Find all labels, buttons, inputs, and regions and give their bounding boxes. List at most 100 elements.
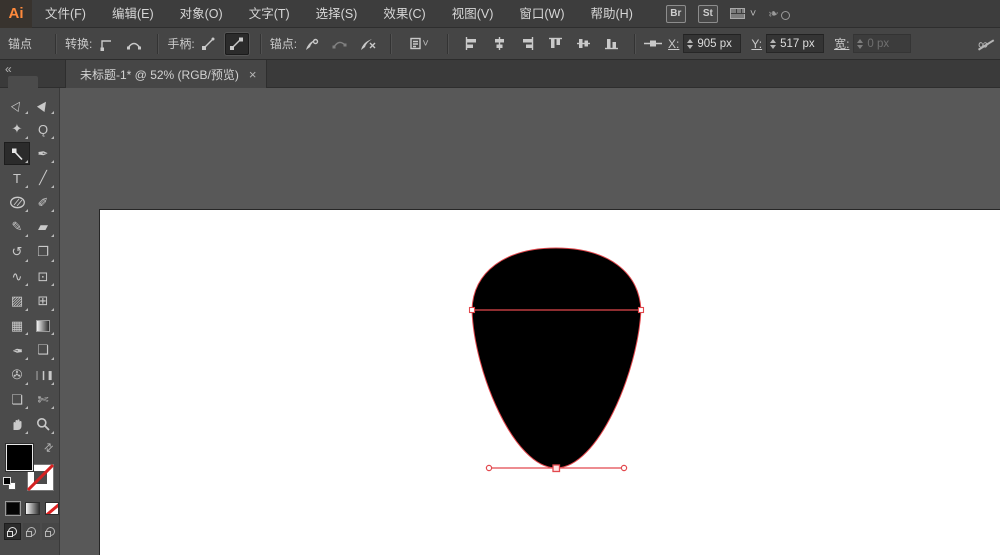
menu-item-object[interactable]: 对象(O): [167, 0, 236, 28]
blend-tool[interactable]: ❑: [30, 339, 56, 362]
direction-handle-end[interactable]: [620, 464, 628, 472]
document-tab[interactable]: 未标题-1* @ 52% (RGB/预览) ×: [65, 60, 268, 88]
cs-live-button[interactable]: ❧: [766, 4, 791, 22]
fill-swatch[interactable]: [6, 444, 33, 472]
anchor-point-selected[interactable]: [552, 464, 561, 473]
align-top-button[interactable]: [543, 33, 567, 55]
y-value[interactable]: 517 px: [780, 38, 818, 50]
collapse-panel-button[interactable]: «: [5, 62, 12, 76]
swap-fill-stroke-icon[interactable]: ⇄: [41, 440, 56, 456]
shaper-tool[interactable]: ✎: [4, 216, 30, 239]
direction-handle-end[interactable]: [485, 464, 493, 472]
paintbrush-tool-icon: ✐: [37, 194, 49, 210]
close-icon[interactable]: ×: [249, 67, 257, 82]
chevron-down-icon: ˅: [749, 7, 757, 20]
symbol-sprayer-tool[interactable]: ✇: [4, 364, 30, 387]
stepper-arrows-icon[interactable]: [770, 38, 777, 49]
selection-tool[interactable]: ▷: [4, 93, 30, 116]
align-right-button[interactable]: [515, 33, 539, 55]
type-tool-icon: T: [13, 170, 21, 186]
draw-normal-button[interactable]: [4, 523, 21, 541]
menu-item-effect[interactable]: 效果(C): [370, 0, 438, 28]
magic-wand-tool-icon: ✦: [11, 121, 23, 137]
y-label[interactable]: Y:: [751, 37, 762, 51]
align-center-button[interactable]: [487, 33, 511, 55]
menu-item-select[interactable]: 选择(S): [303, 0, 371, 28]
menu-item-edit[interactable]: 编辑(E): [99, 0, 167, 28]
workspace-switcher-button[interactable]: ˅: [729, 7, 757, 20]
lasso-tool[interactable]: Ǫ: [30, 118, 56, 141]
menu-item-type[interactable]: 文字(T): [236, 0, 303, 28]
scale-tool[interactable]: ❐: [30, 241, 56, 264]
draw-behind-button[interactable]: [23, 523, 40, 541]
stock-button[interactable]: St: [697, 4, 718, 23]
paintbrush-tool[interactable]: ✐: [30, 191, 56, 214]
hand-tool[interactable]: [4, 413, 30, 436]
mesh-tool[interactable]: ▦: [4, 314, 30, 337]
magic-wand-tool[interactable]: ✦: [4, 118, 30, 141]
anchor-point[interactable]: [637, 306, 645, 314]
slice-tool[interactable]: ✄: [30, 388, 56, 411]
rotate-tool[interactable]: ↺: [4, 241, 30, 264]
line-segment-tool[interactable]: ╱: [30, 167, 56, 190]
color-button[interactable]: [6, 502, 21, 516]
pen-tool-icon: ✒: [37, 145, 49, 161]
handles-label: 手柄:: [167, 37, 195, 51]
hide-handles-button[interactable]: [224, 32, 249, 55]
separator: [390, 33, 392, 54]
menu-item-file[interactable]: 文件(F): [32, 0, 99, 28]
y-input[interactable]: 517 px: [766, 34, 825, 53]
x-value[interactable]: 905 px: [697, 38, 735, 50]
eraser-tool[interactable]: ▰: [30, 216, 56, 239]
align-bottom-button[interactable]: [599, 33, 623, 55]
direct-selection-tool[interactable]: ▶: [30, 93, 56, 116]
align-left-button[interactable]: [459, 33, 483, 55]
width-input: 0 px: [853, 34, 912, 53]
document-title: 未标题-1* @ 52% (RGB/预览): [80, 67, 239, 82]
unlink-dimensions-icon[interactable]: ∞: [978, 36, 988, 52]
stepper-arrows-icon[interactable]: [687, 38, 694, 49]
separator: [55, 33, 57, 54]
free-transform-tool[interactable]: ⊡: [30, 265, 56, 288]
toolbar-tab-stub: [8, 76, 38, 88]
align-middle-button[interactable]: [571, 33, 595, 55]
shape-builder-tool[interactable]: ▨: [4, 290, 30, 313]
remove-anchor-button[interactable]: [355, 33, 379, 55]
width-tool-icon: ∿: [11, 268, 23, 284]
menu-item-help[interactable]: 帮助(H): [578, 0, 646, 28]
connect-path-button[interactable]: [327, 33, 351, 55]
menu-item-view[interactable]: 视图(V): [439, 0, 507, 28]
gradient-tool[interactable]: [30, 314, 56, 337]
gradient-button[interactable]: [25, 502, 40, 516]
pen-tool[interactable]: ✒: [30, 142, 56, 165]
eyedropper-tool[interactable]: ✒: [4, 339, 30, 362]
document-icon: [410, 37, 422, 50]
menu-item-window[interactable]: 窗口(W): [506, 0, 577, 28]
selected-shape[interactable]: [471, 247, 642, 469]
zoom-tool-icon: [37, 418, 50, 431]
convert-to-corner-button[interactable]: [94, 33, 118, 55]
zoom-tool[interactable]: [30, 413, 56, 436]
column-graph-tool[interactable]: ❘❙❚: [30, 364, 56, 387]
menubar-right: Br St ˅ ❧: [665, 4, 791, 23]
type-tool[interactable]: T: [4, 167, 30, 190]
draw-inside-button[interactable]: [42, 523, 59, 541]
ellipse-tool[interactable]: [4, 191, 30, 214]
default-fill-stroke-icon[interactable]: [3, 477, 16, 491]
anchor-point[interactable]: [468, 306, 476, 314]
canvas[interactable]: [60, 88, 1000, 555]
x-label[interactable]: X:: [668, 37, 679, 51]
x-input[interactable]: 905 px: [683, 34, 742, 53]
connect-icon: [332, 41, 347, 49]
convert-to-smooth-button[interactable]: [122, 33, 146, 55]
bridge-button[interactable]: Br: [665, 4, 686, 23]
anchor-point-tool[interactable]: [4, 142, 30, 166]
perspective-grid-tool[interactable]: ⊞: [30, 290, 56, 313]
artboard-tool[interactable]: ❏: [4, 388, 30, 411]
fill-stroke-indicator: ⇄: [0, 441, 59, 500]
cut-path-button[interactable]: [299, 33, 323, 55]
none-button[interactable]: [44, 502, 59, 516]
show-handles-button[interactable]: [197, 33, 221, 55]
width-tool[interactable]: ∿: [4, 265, 30, 288]
align-to-dropdown[interactable]: ˅: [402, 33, 436, 55]
